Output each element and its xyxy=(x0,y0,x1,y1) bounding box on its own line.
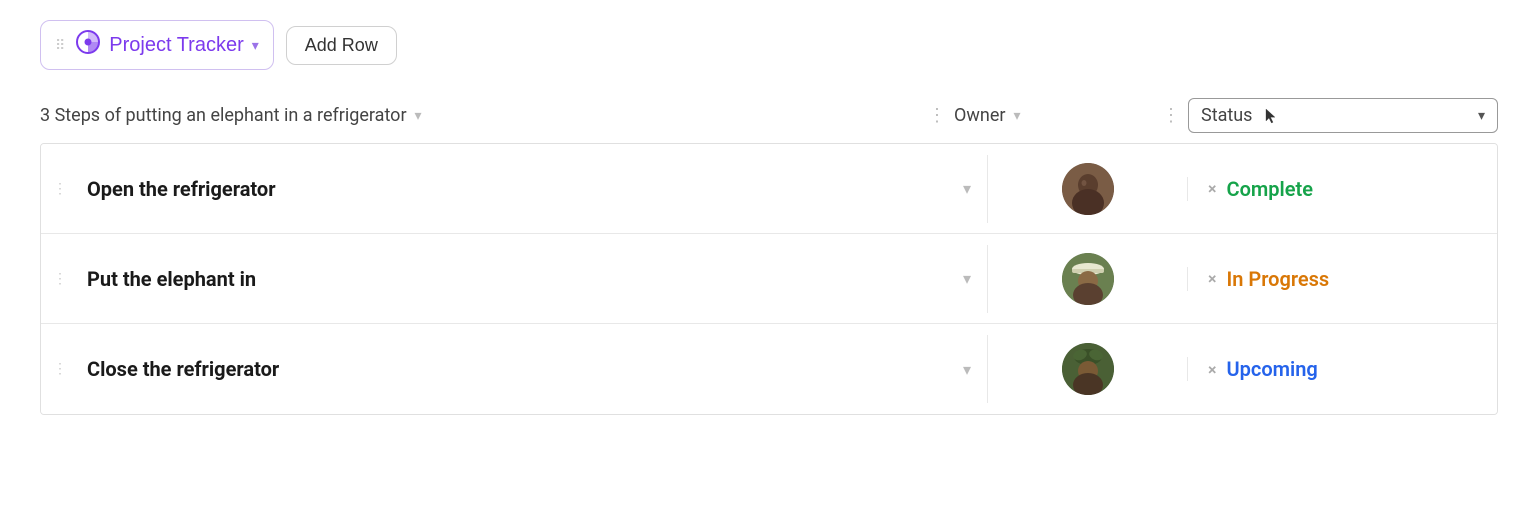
tracker-icon xyxy=(75,29,101,61)
owner-column-header[interactable]: Owner ▾ xyxy=(954,105,1154,126)
task-column-label: 3 Steps of putting an elephant in a refr… xyxy=(40,105,407,126)
owner-column-label: Owner xyxy=(954,105,1006,126)
task-name-3: Close the refrigerator xyxy=(79,357,947,381)
avatar-1 xyxy=(1062,163,1114,215)
status-label-3[interactable]: Upcoming xyxy=(1227,357,1318,381)
task-name-1: Open the refrigerator xyxy=(79,177,947,201)
status-clear-3[interactable]: × xyxy=(1208,360,1217,379)
task-column-dots-icon[interactable]: ⋮ xyxy=(928,105,946,126)
table-row: ⋮ Close the refrigerator ▾ × Upcoming xyxy=(41,324,1497,414)
row-expand-chevron-1[interactable]: ▾ xyxy=(947,179,987,198)
row-drag-handle-icon[interactable]: ⋮ xyxy=(41,181,79,197)
project-tracker-button[interactable]: ⠿ Project Tracker ▾ xyxy=(40,20,274,70)
table-row: ⋮ Open the refrigerator ▾ × Complete xyxy=(41,144,1497,234)
owner-column-dots-icon[interactable]: ⋮ xyxy=(1162,105,1180,126)
task-chevron-icon[interactable]: ▾ xyxy=(415,108,422,124)
chevron-down-icon: ▾ xyxy=(252,37,259,54)
row-expand-chevron-2[interactable]: ▾ xyxy=(947,269,987,288)
add-row-label: Add Row xyxy=(305,35,378,56)
status-cell-3: × Upcoming xyxy=(1187,357,1497,381)
cursor-icon xyxy=(1264,107,1278,125)
status-label-2[interactable]: In Progress xyxy=(1227,267,1330,291)
table-row: ⋮ Put the elephant in ▾ × In Progress xyxy=(41,234,1497,324)
owner-cell-1 xyxy=(987,155,1187,223)
status-cell-2: × In Progress xyxy=(1187,267,1497,291)
owner-cell-2 xyxy=(987,245,1187,313)
avatar-3 xyxy=(1062,343,1114,395)
avatar-2 xyxy=(1062,253,1114,305)
project-tracker-label: Project Tracker xyxy=(109,34,243,57)
status-chevron-icon[interactable]: ▾ xyxy=(1478,108,1485,124)
owner-chevron-icon[interactable]: ▾ xyxy=(1014,108,1021,124)
task-column-header[interactable]: 3 Steps of putting an elephant in a refr… xyxy=(40,105,920,126)
row-drag-handle-icon[interactable]: ⋮ xyxy=(41,271,79,287)
row-drag-handle-icon[interactable]: ⋮ xyxy=(41,361,79,377)
owner-cell-3 xyxy=(987,335,1187,403)
status-clear-2[interactable]: × xyxy=(1208,269,1217,288)
status-clear-1[interactable]: × xyxy=(1208,179,1217,198)
row-expand-chevron-3[interactable]: ▾ xyxy=(947,360,987,379)
status-label-1[interactable]: Complete xyxy=(1227,177,1313,201)
status-column-label: Status xyxy=(1201,105,1252,126)
column-headers: 3 Steps of putting an elephant in a refr… xyxy=(40,98,1498,143)
task-name-2: Put the elephant in xyxy=(79,267,947,291)
task-table: ⋮ Open the refrigerator ▾ × Complete ⋮ P… xyxy=(40,143,1498,415)
add-row-button[interactable]: Add Row xyxy=(286,26,397,65)
top-bar: ⠿ Project Tracker ▾ Add Row xyxy=(40,20,1498,70)
drag-handle-icon: ⠿ xyxy=(55,37,65,54)
status-column-header[interactable]: Status ▾ xyxy=(1188,98,1498,133)
status-cell-1: × Complete xyxy=(1187,177,1497,201)
